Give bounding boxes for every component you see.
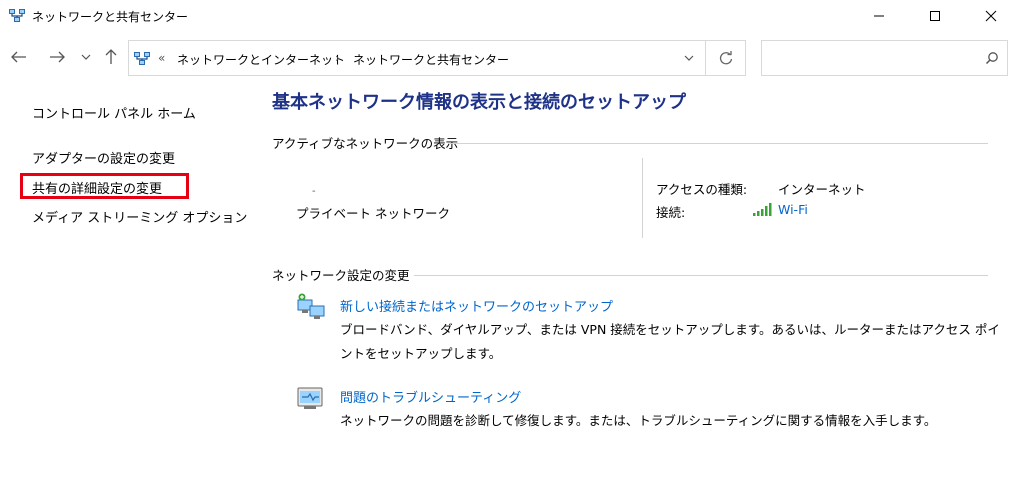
minimize-icon	[874, 15, 884, 17]
refresh-icon	[719, 51, 732, 65]
breadcrumb-separator[interactable]: ›	[335, 51, 340, 65]
window-title: ネットワークと共有センター	[32, 10, 189, 24]
forward-button[interactable]	[46, 46, 68, 68]
arrow-left-icon	[11, 51, 26, 63]
search-icon[interactable]	[985, 51, 999, 65]
breadcrumb-sharing-center[interactable]: ネットワークと共有センター	[353, 51, 509, 68]
vertical-divider	[642, 158, 643, 238]
search-input[interactable]	[761, 40, 1008, 76]
recent-locations-button[interactable]	[78, 46, 94, 68]
network-type: プライベート ネットワーク	[296, 206, 450, 221]
troubleshoot-link[interactable]: 問題のトラブルシューティング	[340, 387, 521, 406]
change-settings-heading: ネットワーク設定の変更	[272, 268, 410, 283]
connection-label: 接続:	[656, 205, 686, 220]
setup-new-connection-link[interactable]: 新しい接続またはネットワークのセットアップ	[340, 296, 613, 315]
arrow-up-icon	[105, 49, 117, 64]
chevron-down-icon[interactable]	[683, 52, 695, 64]
section-divider	[414, 275, 988, 276]
sidebar-item-adapter-settings[interactable]: アダプターの設定の変更	[32, 148, 175, 167]
network-center-icon	[9, 9, 25, 22]
troubleshoot-description: ネットワークの問題を診断して修復します。または、トラブルシューティングに関する情…	[340, 413, 937, 428]
sidebar-item-media-streaming[interactable]: メディア ストリーミング オプション	[32, 207, 247, 226]
title-bar: ネットワークと共有センター	[0, 0, 1024, 32]
close-button[interactable]	[968, 0, 1014, 32]
access-type-value: インターネット	[778, 182, 866, 197]
network-center-icon	[134, 52, 150, 65]
network-name-placeholder: -	[312, 186, 316, 197]
up-button[interactable]	[100, 46, 122, 68]
access-type-label: アクセスの種類:	[656, 182, 748, 197]
address-bar[interactable]: « ネットワークとインターネット › ネットワークと共有センター	[128, 40, 706, 76]
setup-new-connection-description: ブロードバンド、ダイヤルアップ、または VPN 接続をセットアップします。あるい…	[340, 322, 1000, 361]
sidebar-item-control-panel-home[interactable]: コントロール パネル ホーム	[32, 103, 196, 122]
wifi-signal-icon	[753, 203, 772, 216]
troubleshoot-icon	[297, 387, 323, 409]
arrow-right-icon	[50, 51, 65, 63]
minimize-button[interactable]	[856, 0, 902, 32]
close-icon	[985, 10, 997, 22]
active-networks-heading: アクティブなネットワークの表示	[272, 136, 459, 151]
back-button[interactable]	[8, 46, 30, 68]
refresh-button[interactable]	[706, 40, 746, 76]
sidebar-item-advanced-sharing[interactable]: 共有の詳細設定の変更	[32, 178, 162, 197]
maximize-icon	[930, 11, 940, 21]
breadcrumb-network-internet[interactable]: ネットワークとインターネット	[177, 51, 345, 68]
page-title: 基本ネットワーク情報の表示と接続のセットアップ	[272, 92, 686, 113]
new-connection-icon	[297, 293, 325, 319]
wifi-connection-link[interactable]: Wi-Fi	[778, 202, 808, 217]
chevron-down-icon	[81, 54, 91, 60]
breadcrumb-overflow[interactable]: «	[158, 51, 165, 65]
section-divider	[450, 143, 988, 144]
maximize-button[interactable]	[912, 0, 958, 32]
